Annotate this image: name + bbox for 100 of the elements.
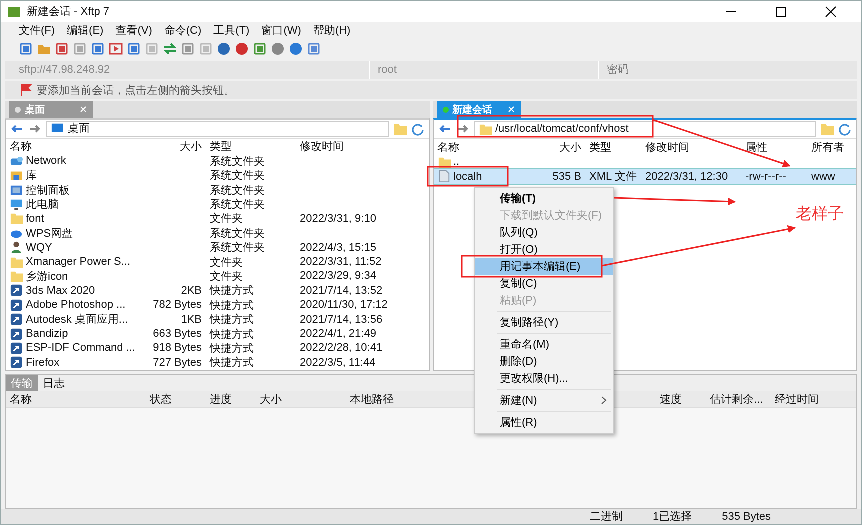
menu-item[interactable]: 文件(F) <box>13 23 62 38</box>
file-name: WPS网盘 <box>26 226 74 241</box>
menu-item[interactable]: 命令(C) <box>158 23 208 38</box>
file-cell: 文件夹 <box>210 256 243 269</box>
file-cell: 2022/2/28, 10:41 <box>300 342 383 354</box>
file-name: Network <box>26 155 66 168</box>
column-header[interactable]: 大小 <box>546 140 586 154</box>
menu-item[interactable]: 用记事本编辑(E) <box>475 258 613 275</box>
file-name: WQY <box>26 242 52 254</box>
swap-icon[interactable] <box>163 42 177 56</box>
menu-item[interactable]: 帮助(H) <box>307 23 357 38</box>
file-name: 库 <box>26 168 37 184</box>
file-cell: 系统文件夹 <box>210 156 265 168</box>
file-row[interactable]: 此电脑 系统文件夹 <box>6 197 428 212</box>
column-header[interactable]: 大小 <box>260 392 350 406</box>
file-cell: 系统文件夹 <box>210 228 265 240</box>
menu-item[interactable]: 工具(T) <box>208 23 256 38</box>
file-row[interactable]: Firefox 727 Bytes 快捷方式 2022/3/5, 11:44 <box>6 356 428 370</box>
panel-tab[interactable]: 日志 <box>38 375 70 391</box>
file-cell: 535 B <box>552 170 582 183</box>
file-name: Autodesk 桌面应用... <box>26 312 128 328</box>
file-row[interactable]: 控制面板 系统文件夹 <box>6 182 428 198</box>
file-cell: 系统文件夹 <box>210 242 265 254</box>
column-header[interactable]: 估计剩余... <box>710 392 775 406</box>
refresh-icon[interactable] <box>410 122 424 136</box>
column-header[interactable]: 大小 <box>146 138 206 154</box>
file-cell: 2022/3/31, 12:30 <box>646 170 728 183</box>
menu-item[interactable]: 窗口(W) <box>256 23 308 38</box>
file-cell: 727 Bytes <box>153 356 202 369</box>
menu-item[interactable]: 编辑(E) <box>61 23 110 38</box>
file-cell: 2022/3/5, 11:44 <box>300 356 376 369</box>
column-header[interactable]: 属性 <box>742 140 808 154</box>
file-name: 控制面板 <box>26 184 70 198</box>
file-row[interactable]: Bandizip 663 Bytes 快捷方式 2022/4/1, 21:49 <box>6 326 428 342</box>
file-cell: 快捷方式 <box>210 314 254 326</box>
file-row[interactable]: Autodesk 桌面应用... 1KB 快捷方式 2021/7/14, 13:56 <box>6 312 428 327</box>
play-icon[interactable] <box>109 42 123 56</box>
file-cell: 2022/3/31, 11:52 <box>300 256 382 268</box>
path-field[interactable]: 桌面 <box>46 120 388 137</box>
file-cell: 快捷方式 <box>210 328 254 341</box>
column-header[interactable]: 进度 <box>210 392 260 406</box>
file-cell: 782 Bytes <box>153 299 202 312</box>
column-header[interactable]: 名称 <box>434 140 546 154</box>
column-header[interactable]: 经过时间 <box>775 392 855 406</box>
file-row[interactable]: WQY 系统文件夹 2022/4/3, 15:15 <box>6 240 428 255</box>
column-header[interactable]: 所有者 <box>808 140 856 154</box>
column-header[interactable]: 类型 <box>206 138 296 154</box>
file-cell: 2022/3/29, 9:34 <box>300 270 376 282</box>
password-field[interactable]: 密码 <box>607 64 807 76</box>
file-row[interactable]: ESP-IDF Command ... 918 Bytes 快捷方式 2022/2/28, 10:41 <box>6 341 428 356</box>
file-row[interactable]: localh 535 B XML 文件 2022/3/31, 12:30 -rw-r--r-- www <box>434 169 856 184</box>
file-name: 此电脑 <box>26 198 59 212</box>
file-row[interactable]: .. <box>434 155 856 170</box>
refresh-icon[interactable] <box>838 122 852 136</box>
file-name: Xmanager Power S... <box>26 256 131 268</box>
menu-item[interactable]: 重命名(M) <box>475 336 613 353</box>
column-header[interactable]: 名称 <box>6 138 146 154</box>
file-name: 3ds Max 2020 <box>26 284 96 297</box>
menu-item[interactable]: 队列(Q) <box>475 224 613 241</box>
file-row[interactable]: 乡游icon 文件夹 2022/3/29, 9:34 <box>6 269 428 284</box>
file-cell: 文件夹 <box>210 213 243 226</box>
file-name: .. <box>454 156 460 168</box>
menu-item[interactable]: 新建(N) <box>475 392 613 409</box>
file-row[interactable]: 3ds Max 2020 2KB 快捷方式 2021/7/14, 13:52 <box>6 284 428 298</box>
file-cell: 系统文件夹 <box>210 170 265 182</box>
menu-item[interactable]: 更改权限(H)... <box>475 370 613 387</box>
column-header[interactable]: 修改时间 <box>296 138 396 154</box>
file-row[interactable]: Adobe Photoshop ... 782 Bytes 快捷方式 2020/11/30, 17:12 <box>6 298 428 312</box>
menu-item[interactable]: 打开(O) <box>475 241 613 258</box>
file-cell: 快捷方式 <box>210 300 254 312</box>
file-row[interactable]: WPS网盘 系统文件夹 <box>6 226 428 240</box>
menu-item[interactable]: 删除(D) <box>475 353 613 370</box>
path-field[interactable]: /usr/local/tomcat/conf/vhost <box>474 121 816 137</box>
file-cell: 2020/11/30, 17:12 <box>300 299 388 312</box>
menu-item[interactable]: 复制(C) <box>475 275 613 292</box>
file-row[interactable]: font 文件夹 2022/3/31, 9:10 <box>6 212 428 226</box>
folder-icon <box>478 122 492 136</box>
menu-item[interactable]: 复制路径(Y) <box>475 314 613 331</box>
file-cell: 663 Bytes <box>153 328 202 340</box>
annotation-text: 老样子 <box>796 204 844 225</box>
open-folder-icon[interactable] <box>37 42 51 56</box>
menu-item[interactable]: 属性(R) <box>475 414 613 431</box>
file-row[interactable]: 库 系统文件夹 <box>6 168 428 183</box>
file-name: Bandizip <box>26 328 68 340</box>
column-header[interactable]: 修改时间 <box>642 140 742 154</box>
column-header[interactable]: 速度 <box>660 392 710 406</box>
file-row[interactable]: Xmanager Power S... 文件夹 2022/3/31, 11:52 <box>6 254 428 270</box>
file-row[interactable]: Network 系统文件夹 <box>6 154 428 169</box>
file-name: Firefox <box>26 356 60 369</box>
file-cell: 2022/3/31, 9:10 <box>300 212 376 225</box>
file-cell: 快捷方式 <box>210 357 254 370</box>
flag-icon[interactable] <box>19 83 33 97</box>
menu-item[interactable]: 查看(V) <box>110 23 158 38</box>
file-cell: 918 Bytes <box>153 342 202 354</box>
column-header[interactable]: 类型 <box>586 140 642 154</box>
file-name: font <box>26 212 44 225</box>
column-header[interactable]: 名称 <box>10 392 150 406</box>
file-cell: 系统文件夹 <box>210 184 265 197</box>
menu-item[interactable]: 传输(T) <box>475 190 613 207</box>
column-header[interactable]: 状态 <box>150 392 210 406</box>
